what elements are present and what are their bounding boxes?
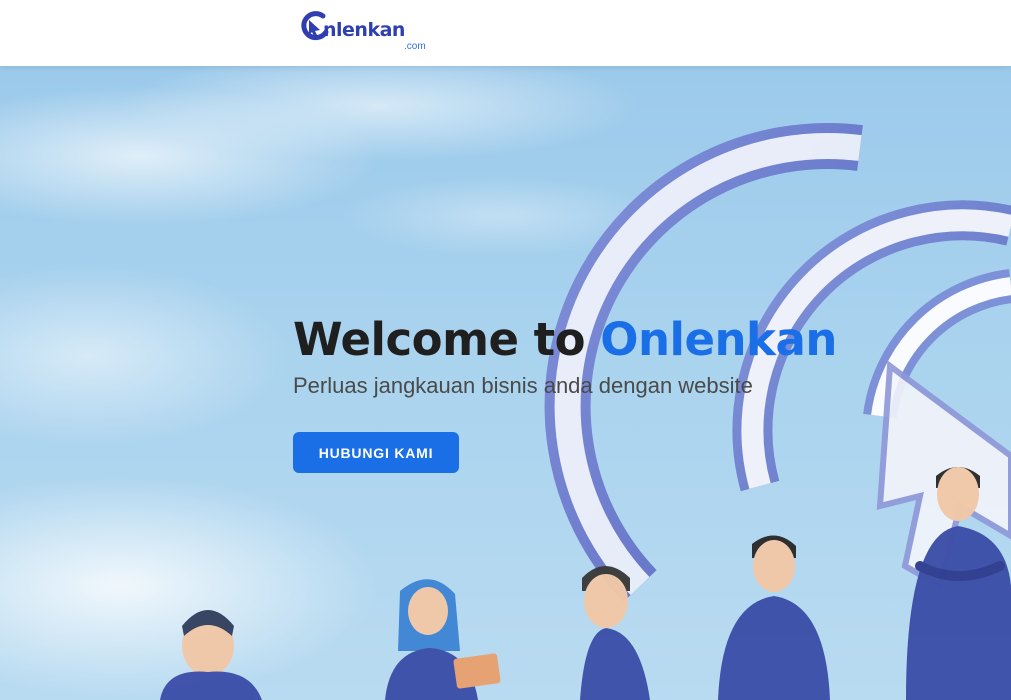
hero-title-prefix: Welcome to bbox=[293, 313, 601, 366]
hero-subtitle: Perluas jangkauan bisnis anda dengan web… bbox=[293, 373, 753, 398]
person-2 bbox=[385, 579, 501, 700]
logo-suffix: .com bbox=[404, 41, 426, 52]
contact-us-button[interactable]: HUBUNGI KAMI bbox=[293, 432, 459, 473]
person-4 bbox=[718, 535, 830, 700]
hero-title-brand: Onlenkan bbox=[600, 313, 837, 366]
hero-title: Welcome to Onlenkan bbox=[293, 312, 837, 368]
site-header: nlenkan .com bbox=[0, 0, 1011, 66]
hero-content: Welcome to Onlenkan Perluas jangkauan bi… bbox=[293, 312, 837, 473]
logo-wordmark: nlenkan bbox=[323, 19, 405, 41]
site-logo[interactable]: nlenkan .com bbox=[300, 10, 440, 54]
hero-section: Welcome to Onlenkan Perluas jangkauan bi… bbox=[0, 66, 1011, 700]
